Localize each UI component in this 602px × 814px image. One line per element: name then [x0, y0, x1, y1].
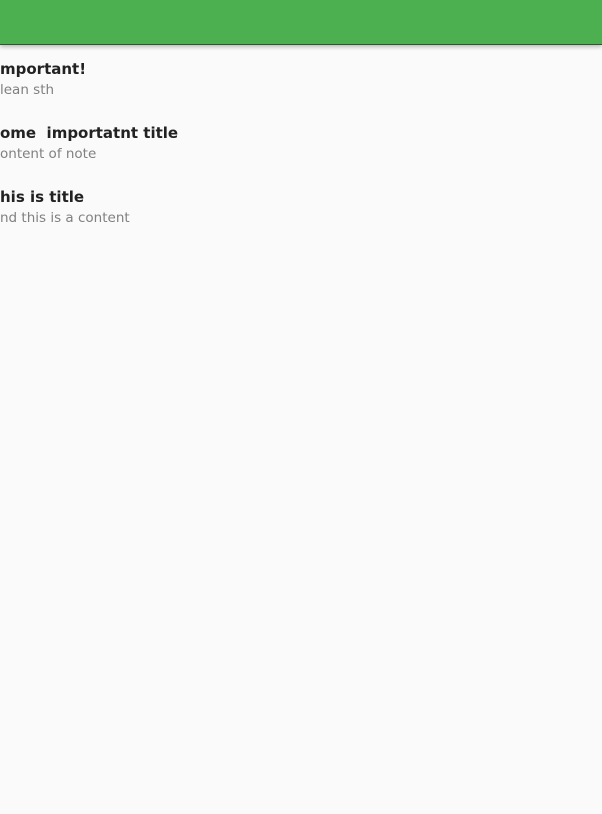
notes-list: mportant! lean sth ome importatnt title … — [0, 58, 178, 250]
note-item[interactable]: his is title nd this is a content — [0, 186, 178, 250]
note-title: ome importatnt title — [0, 124, 179, 142]
app-bar — [0, 0, 602, 45]
note-title: his is title — [0, 188, 85, 206]
note-item[interactable]: mportant! lean sth — [0, 58, 178, 122]
note-item[interactable]: ome importatnt title ontent of note — [0, 122, 178, 186]
note-content: lean sth — [0, 82, 55, 98]
note-title: mportant! — [0, 60, 87, 78]
note-content: ontent of note — [0, 146, 97, 162]
note-content: nd this is a content — [0, 210, 130, 226]
